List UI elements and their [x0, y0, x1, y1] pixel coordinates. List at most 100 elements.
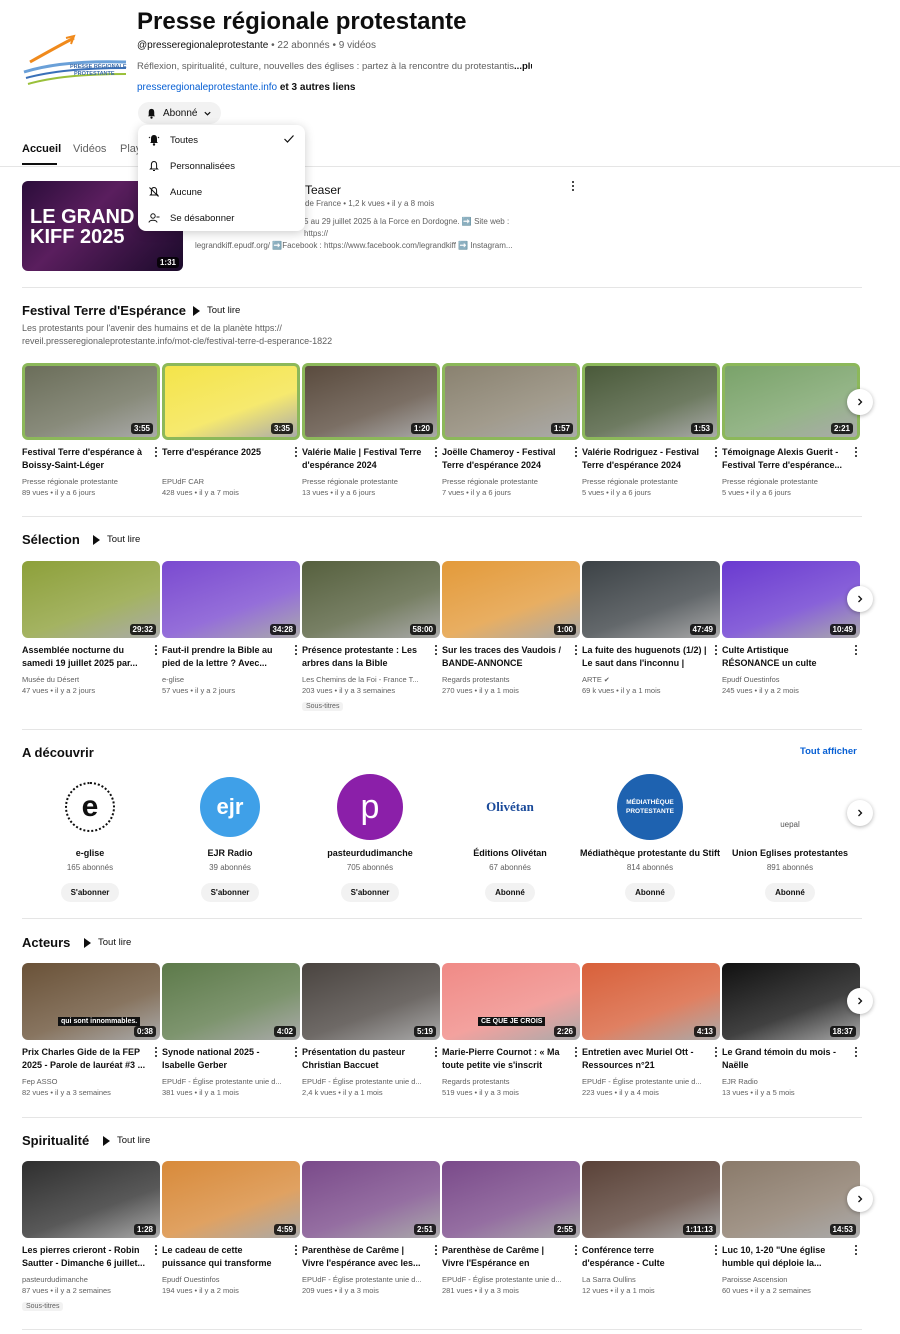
video-title[interactable]: Parenthèse de Carême | Vivre l'Espérance…	[442, 1244, 580, 1270]
video-title[interactable]: Présence protestante : Les arbres dans l…	[302, 644, 440, 670]
video-card[interactable]: 34:28 Faut-il prendre la Bible au pied de…	[162, 561, 300, 695]
video-title[interactable]: Prix Charles Gide de la FEP 2025 - Parol…	[22, 1046, 160, 1072]
section-title[interactable]: Acteurs	[22, 935, 70, 950]
video-channel[interactable]: Presse régionale protestante	[442, 477, 580, 486]
more-link[interactable]: ...plus	[514, 61, 532, 72]
video-title[interactable]: Les pierres crieront - Robin Sautter - D…	[22, 1244, 160, 1270]
section-title[interactable]: Sélection	[22, 532, 80, 547]
channel-name[interactable]: e-glise	[20, 848, 160, 858]
next-arrow-button[interactable]	[847, 800, 873, 826]
video-card[interactable]: 18:37 Le Grand témoin du mois - Naëlle EJR…	[722, 963, 860, 1097]
more-actions-icon[interactable]	[432, 447, 440, 459]
channel-name[interactable]: Éditions Olivétan	[440, 848, 580, 858]
subscribe-button[interactable]: Abonné	[485, 883, 535, 902]
video-thumbnail[interactable]: 2:55	[442, 1161, 580, 1238]
video-thumbnail[interactable]: 47:49	[582, 561, 720, 638]
menu-item-all[interactable]: Toutes	[138, 127, 305, 153]
more-actions-icon[interactable]	[152, 1245, 160, 1257]
menu-item-custom[interactable]: Personnalisées	[138, 153, 305, 179]
video-thumbnail[interactable]: 4:02	[162, 963, 300, 1040]
video-channel[interactable]: Epudf Ouestinfos	[162, 1275, 300, 1284]
subscribe-button[interactable]: S'abonner	[60, 883, 120, 902]
more-actions-icon[interactable]	[572, 1047, 580, 1059]
featured-video-title[interactable]: Teaser	[305, 183, 341, 197]
video-channel[interactable]: EPUdF CAR	[162, 477, 300, 486]
channel-card[interactable]: MÉDIATHÈQUE PROTESTANTE Médiathèque prote…	[580, 774, 720, 902]
see-all-link[interactable]: Tout afficher	[800, 746, 857, 757]
video-thumbnail[interactable]: 3:35	[162, 363, 300, 440]
video-card[interactable]: 1:28 Les pierres crieront - Robin Sautter…	[22, 1161, 160, 1313]
video-channel[interactable]: EPUdF - Église protestante unie d...	[302, 1275, 440, 1284]
video-thumbnail[interactable]: 4:13	[582, 963, 720, 1040]
video-thumbnail[interactable]: 2:21	[722, 363, 860, 440]
more-actions-icon[interactable]	[712, 447, 720, 459]
video-thumbnail[interactable]: 1:53	[582, 363, 720, 440]
video-card[interactable]: 1:11:13 Conférence terre d'espérance - Cu…	[582, 1161, 720, 1295]
section-title[interactable]: Festival Terre d'Espérance	[22, 303, 186, 318]
video-title[interactable]: Entretien avec Muriel Ott - Ressources n…	[582, 1046, 720, 1072]
video-thumbnail[interactable]: CE QUE JE CROIS 2:26	[442, 963, 580, 1040]
video-card[interactable]: 58:00 Présence protestante : Les arbres d…	[302, 561, 440, 713]
subscribe-button[interactable]: S'abonner	[340, 883, 400, 902]
more-actions-icon[interactable]	[432, 1245, 440, 1257]
video-channel[interactable]: pasteurdudimanche	[22, 1275, 160, 1284]
video-title[interactable]: Sur les traces des Vaudois / BANDE-ANNON…	[442, 644, 580, 670]
channel-card[interactable]: uepal Union Eglises protestantes 891 abonn…	[720, 774, 860, 902]
next-arrow-button[interactable]	[847, 988, 873, 1014]
video-channel[interactable]: Paroisse Ascension	[722, 1275, 860, 1284]
subscribed-button[interactable]: Abonné	[138, 102, 221, 124]
more-actions-icon[interactable]	[712, 645, 720, 657]
more-actions-icon[interactable]	[852, 447, 860, 459]
video-title[interactable]: Conférence terre d'espérance - Culte	[582, 1244, 720, 1270]
video-title[interactable]: Synode national 2025 - Isabelle Gerber	[162, 1046, 300, 1072]
more-actions-icon[interactable]	[569, 181, 577, 193]
video-channel[interactable]: EJR Radio	[722, 1077, 860, 1086]
video-channel[interactable]: ARTE ✔	[582, 675, 720, 684]
video-channel[interactable]: Regards protestants	[442, 1077, 580, 1086]
more-actions-icon[interactable]	[432, 1047, 440, 1059]
video-card[interactable]: 10:49 Culte Artistique RÉSONANCE un culte…	[722, 561, 860, 695]
channel-avatar[interactable]: e	[57, 774, 123, 840]
video-channel[interactable]: Presse régionale protestante	[582, 477, 720, 486]
channel-avatar[interactable]: ejr	[197, 774, 263, 840]
more-actions-icon[interactable]	[152, 645, 160, 657]
video-card[interactable]: 5:19 Présentation du pasteur Christian Ba…	[302, 963, 440, 1097]
video-title[interactable]: Faut-il prendre la Bible au pied de la l…	[162, 644, 300, 670]
video-thumbnail[interactable]: 1:20	[302, 363, 440, 440]
more-actions-icon[interactable]	[572, 645, 580, 657]
video-title[interactable]: Le Grand témoin du mois - Naëlle	[722, 1046, 860, 1072]
video-card[interactable]: 3:35 Terre d'espérance 2025 EPUdF CAR 428 v…	[162, 363, 300, 497]
channel-avatar[interactable]: Olivétan	[477, 774, 543, 840]
video-card[interactable]: 1:53 Valérie Rodriguez - Festival Terre d…	[582, 363, 720, 497]
video-thumbnail[interactable]: 1:28	[22, 1161, 160, 1238]
video-title[interactable]: Valérie Rodriguez - Festival Terre d'esp…	[582, 446, 720, 472]
video-channel[interactable]: e-glise	[162, 675, 300, 684]
subscribe-button[interactable]: Abonné	[765, 883, 815, 902]
menu-item-unsubscribe[interactable]: Se désabonner	[138, 205, 305, 231]
channel-card[interactable]: p pasteurdudimanche 705 abonnés S'abonner	[300, 774, 440, 902]
video-card[interactable]: 14:53 Luc 10, 1-20 "Une église humble qui…	[722, 1161, 860, 1295]
video-card[interactable]: 2:55 Parenthèse de Carême | Vivre l'Espér…	[442, 1161, 580, 1295]
video-channel[interactable]: Presse régionale protestante	[22, 477, 160, 486]
subscribe-button[interactable]: Abonné	[625, 883, 675, 902]
channel-card[interactable]: Olivétan Éditions Olivétan 67 abonnés Abonn…	[440, 774, 580, 902]
play-all-button[interactable]: Tout lire	[103, 1135, 150, 1146]
video-thumbnail[interactable]: 29:32	[22, 561, 160, 638]
video-thumbnail[interactable]: 5:19	[302, 963, 440, 1040]
video-card[interactable]: qui sont innommables. 0:38 Prix Charles Gi…	[22, 963, 160, 1097]
more-actions-icon[interactable]	[292, 447, 300, 459]
video-channel[interactable]: EPUdF - Église protestante unie d...	[162, 1077, 300, 1086]
video-channel[interactable]: EPUdF - Église protestante unie d...	[582, 1077, 720, 1086]
video-card[interactable]: 2:51 Parenthèse de Carême | Vivre l'espér…	[302, 1161, 440, 1295]
more-actions-icon[interactable]	[152, 1047, 160, 1059]
website-link[interactable]: presseregionaleprotestante.info	[137, 82, 277, 93]
next-arrow-button[interactable]	[847, 1186, 873, 1212]
video-channel[interactable]: Epudf Ouestinfos	[722, 675, 860, 684]
video-card[interactable]: 1:57 Joëlle Chameroy - Festival Terre d'e…	[442, 363, 580, 497]
video-channel[interactable]: Presse régionale protestante	[722, 477, 860, 486]
video-title[interactable]: Festival Terre d'espérance à Boissy-Sain…	[22, 446, 160, 472]
more-actions-icon[interactable]	[852, 1047, 860, 1059]
play-all-button[interactable]: Tout lire	[84, 937, 131, 948]
more-actions-icon[interactable]	[572, 447, 580, 459]
channel-description[interactable]: Réflexion, spiritualité, culture, nouvel…	[137, 61, 532, 72]
